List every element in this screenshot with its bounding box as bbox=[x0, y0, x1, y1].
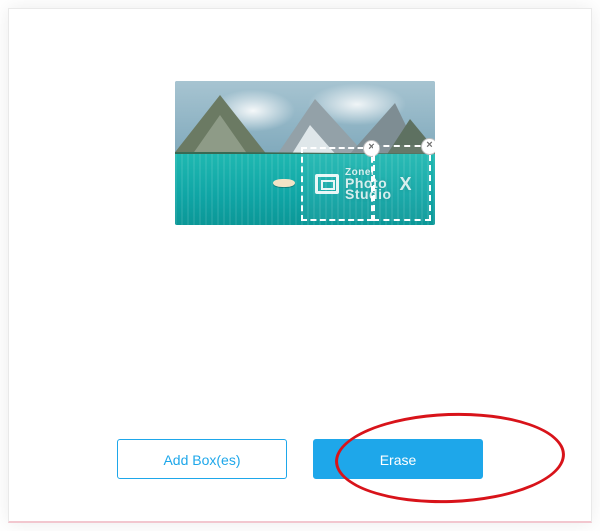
image-preview[interactable]: Zoner Photo Studio X × × bbox=[175, 81, 435, 225]
erase-button[interactable]: Erase bbox=[313, 439, 483, 479]
add-boxes-button[interactable]: Add Box(es) bbox=[117, 439, 287, 479]
selection-box[interactable]: × bbox=[301, 147, 373, 221]
boat bbox=[273, 179, 295, 187]
close-icon[interactable]: × bbox=[421, 138, 435, 155]
selection-box[interactable]: × bbox=[373, 145, 431, 221]
button-row: Add Box(es) Erase bbox=[9, 439, 591, 479]
app-panel: Zoner Photo Studio X × × Add Box(es) Era… bbox=[8, 8, 592, 523]
